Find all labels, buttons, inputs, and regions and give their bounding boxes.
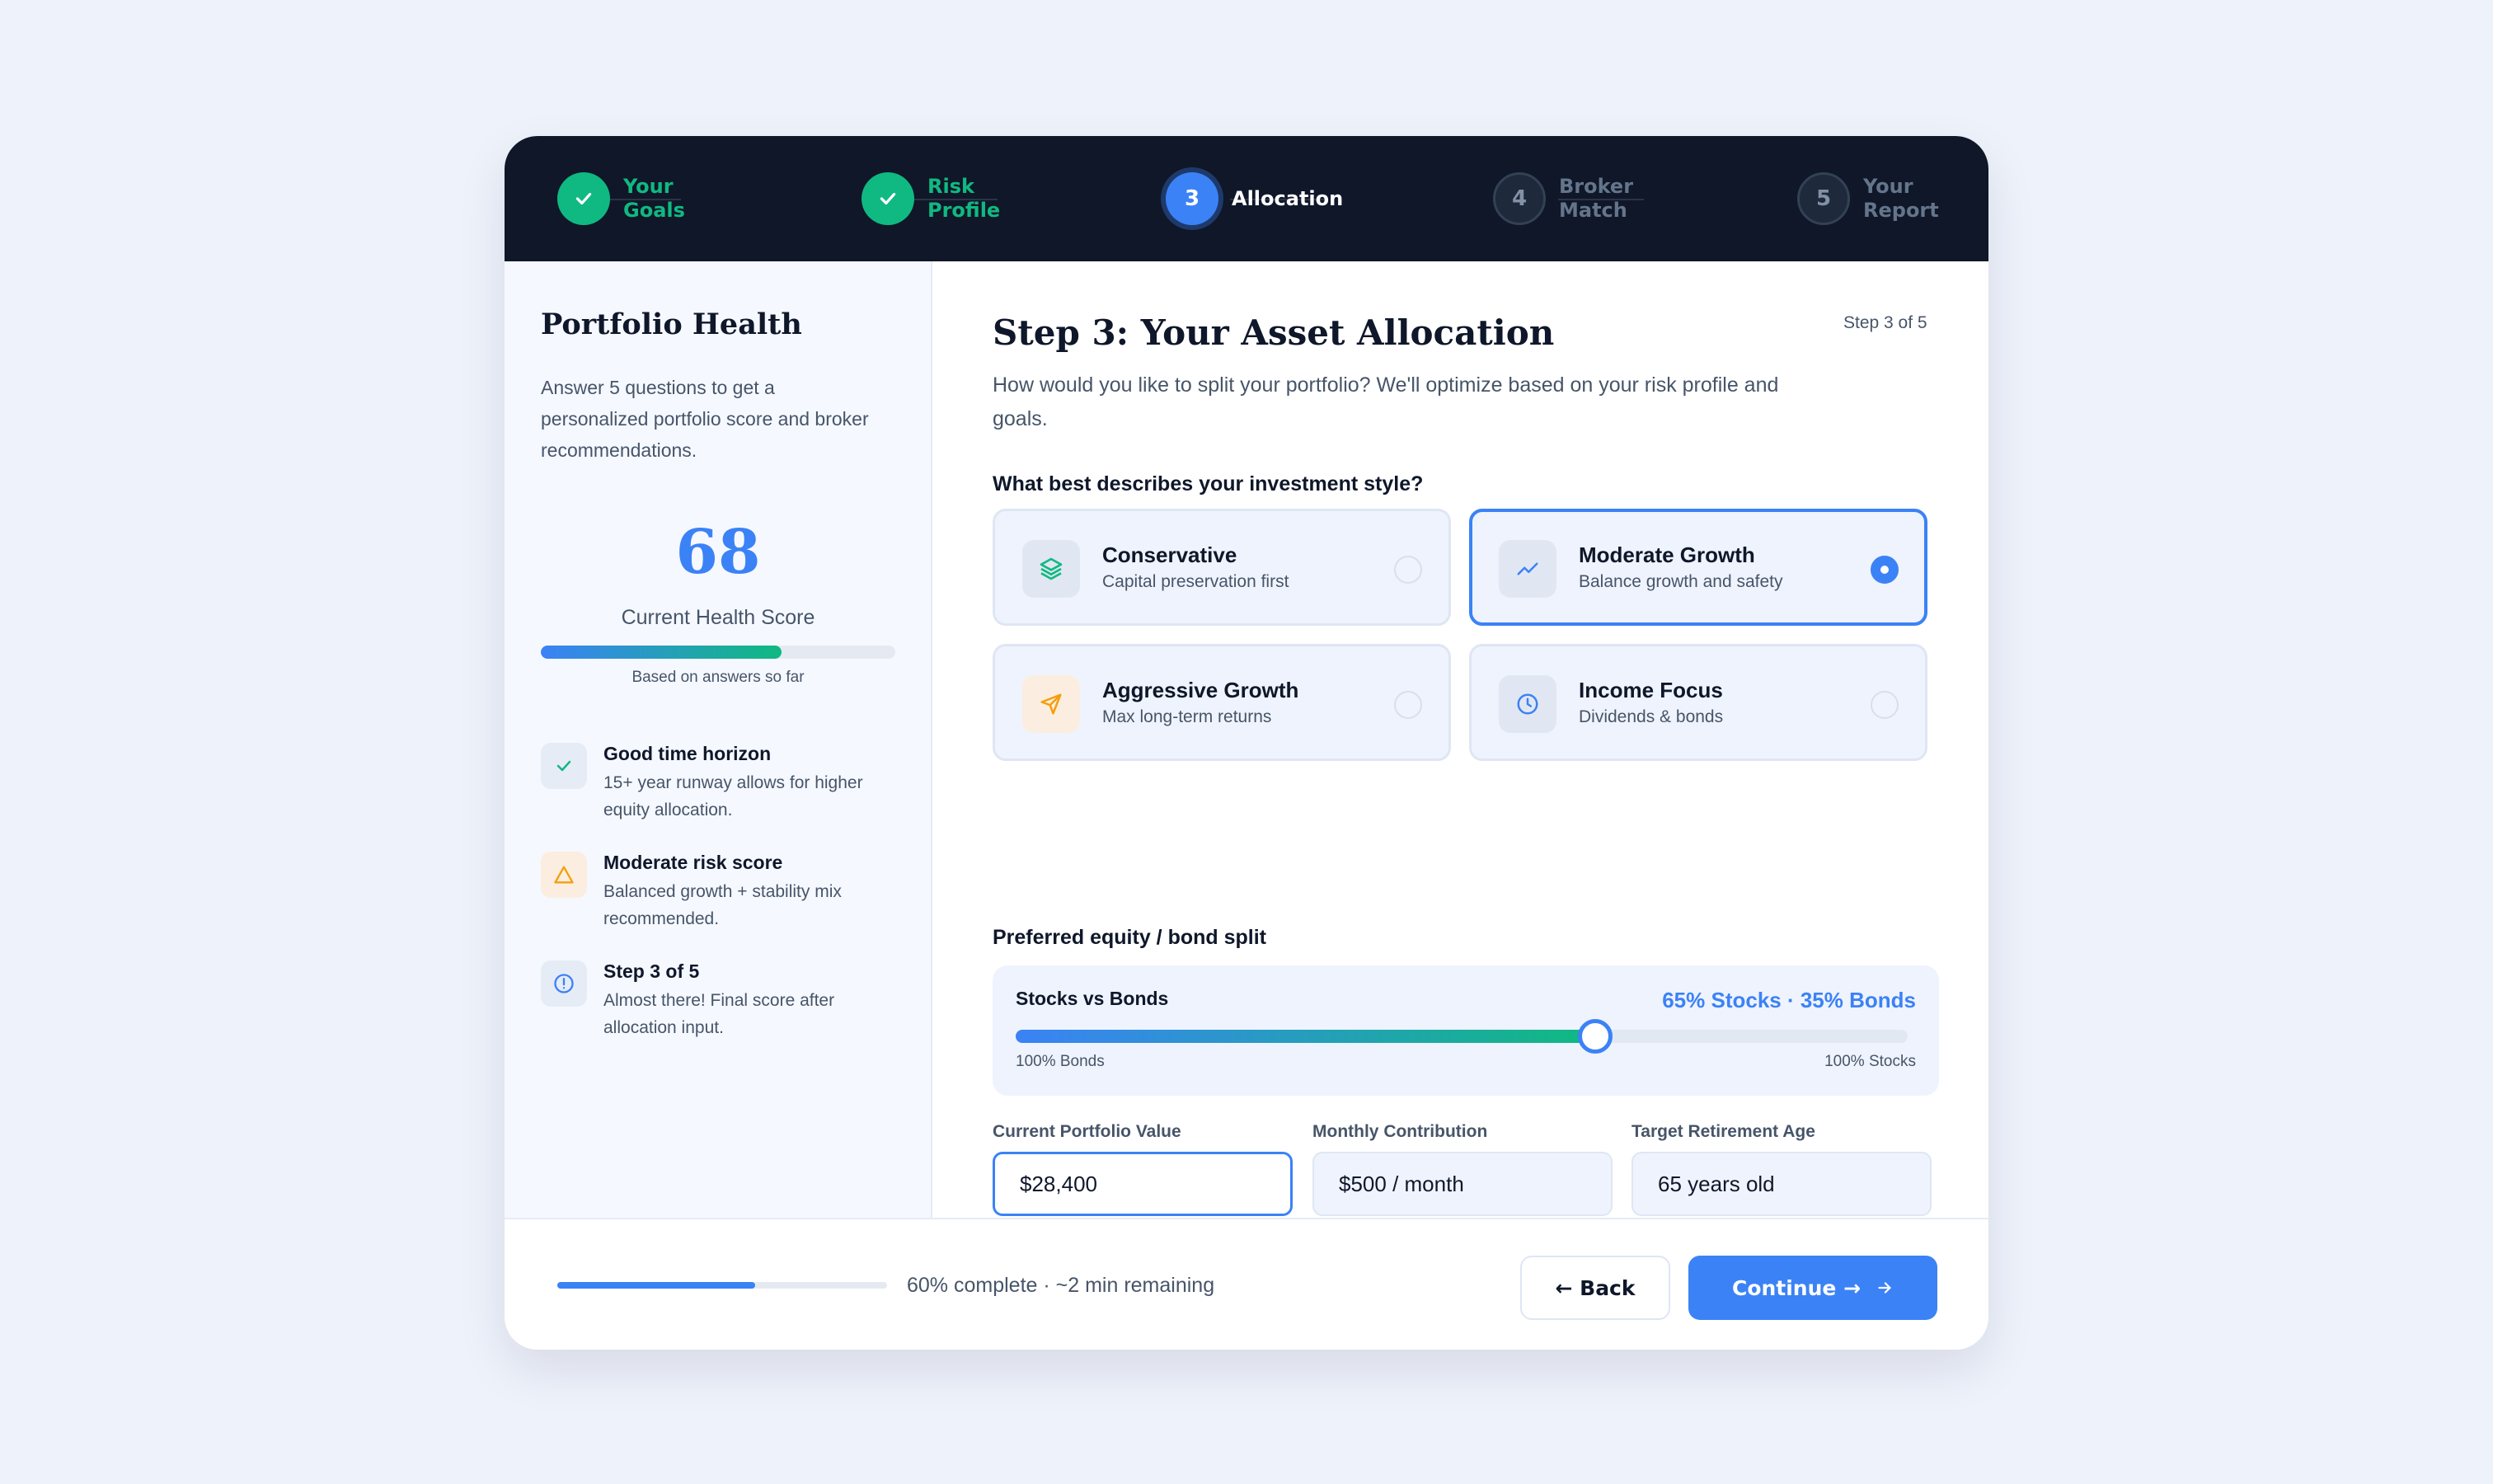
info-circle-icon	[541, 960, 587, 1007]
sidebar-title: Portfolio Health	[541, 308, 802, 341]
retirement-age-label: Target Retirement Age	[1631, 1122, 1815, 1141]
wizard-footer: 60% complete · ~2 min remaining ← Back C…	[505, 1218, 1988, 1350]
allocation-slider-thumb[interactable]	[1578, 1019, 1613, 1054]
step-your-goals[interactable]: Your Goals	[557, 171, 697, 227]
insight-title: Step 3 of 5	[603, 960, 700, 982]
page-title: Step 3: Your Asset Allocation	[993, 312, 1555, 353]
option-radio[interactable]	[1871, 691, 1899, 719]
check-icon	[557, 172, 610, 225]
option-aggressive-growth[interactable]: Aggressive Growth Max long-term returns	[993, 644, 1451, 761]
step-allocation[interactable]: 3 Allocation	[1166, 171, 1344, 227]
step-label: Allocation	[1232, 186, 1344, 210]
insight-description: Almost there! Final score after allocati…	[603, 991, 835, 1037]
option-radio[interactable]	[1394, 556, 1422, 584]
slider-max-label: 100% Stocks	[1824, 1053, 1916, 1070]
overall-progress-text: 60% complete · ~2 min remaining	[907, 1274, 1215, 1297]
insight-time-horizon: Good time horizon 15+ year runway allows…	[541, 743, 895, 834]
split-section-label: Preferred equity / bond split	[993, 926, 1266, 949]
option-title: Moderate Growth	[1579, 542, 1755, 567]
continue-button-label: Continue →	[1731, 1275, 1862, 1300]
step-number: 5	[1797, 172, 1850, 225]
arrow-right-icon	[1876, 1279, 1894, 1297]
insight-description: Balanced growth + stability mix recommen…	[603, 882, 842, 928]
step-number: 4	[1493, 172, 1546, 225]
clock-icon	[1499, 675, 1556, 733]
progress-stepper: Your Goals Risk Profile 3 Allocation 4 B…	[505, 136, 1988, 261]
page-description: How would you like to split your portfol…	[993, 373, 1779, 430]
step-risk-profile[interactable]: Risk Profile	[862, 171, 1002, 227]
option-conservative[interactable]: Conservative Capital preservation first	[993, 509, 1451, 626]
back-button[interactable]: ← Back	[1520, 1256, 1670, 1320]
monthly-contribution-input[interactable]	[1312, 1152, 1613, 1216]
portfolio-value-input[interactable]	[993, 1152, 1293, 1216]
step-your-report[interactable]: 5 Your Report	[1797, 171, 1939, 227]
health-score-fill	[541, 646, 782, 659]
insight-risk-score: Moderate risk score Balanced growth + st…	[541, 852, 895, 942]
step-label: Broker Match	[1559, 175, 1634, 222]
portfolio-value-label: Current Portfolio Value	[993, 1122, 1181, 1141]
overall-progress-bar	[557, 1282, 887, 1289]
overall-progress-fill	[557, 1282, 755, 1289]
warning-triangle-icon	[541, 852, 587, 898]
option-moderate-growth[interactable]: Moderate Growth Balance growth and safet…	[1469, 509, 1927, 626]
check-icon	[541, 743, 587, 789]
insight-description: 15+ year runway allows for higher equity…	[603, 773, 863, 819]
insight-step-progress: Step 3 of 5 Almost there! Final score af…	[541, 960, 895, 1051]
monthly-contribution-label: Monthly Contribution	[1312, 1122, 1488, 1141]
sidebar-description: Answer 5 questions to get a personalized…	[541, 377, 869, 461]
check-icon	[862, 172, 914, 225]
option-subtitle: Max long-term returns	[1102, 707, 1272, 726]
send-icon	[1022, 675, 1080, 733]
health-score-note: Based on answers so far	[631, 669, 805, 686]
slider-min-label: 100% Bonds	[1016, 1053, 1105, 1070]
option-title: Aggressive Growth	[1102, 678, 1299, 702]
back-button-label: ← Back	[1555, 1275, 1636, 1300]
retirement-age-input[interactable]	[1631, 1152, 1932, 1216]
continue-button[interactable]: Continue →	[1688, 1256, 1937, 1320]
option-subtitle: Capital preservation first	[1102, 572, 1289, 591]
allocation-slider-track[interactable]	[1016, 1019, 1908, 1054]
allocation-split-panel: Stocks vs Bonds 65% Stocks · 35% Bonds 1…	[993, 965, 1939, 1096]
insight-title: Good time horizon	[603, 743, 772, 764]
option-radio[interactable]	[1394, 691, 1422, 719]
health-score-value: 68	[675, 517, 761, 588]
step-number: 3	[1166, 172, 1218, 225]
insight-title: Moderate risk score	[603, 852, 783, 873]
option-subtitle: Balance growth and safety	[1579, 572, 1783, 591]
step-label: Risk Profile	[927, 175, 1001, 222]
option-radio-selected[interactable]	[1871, 556, 1899, 584]
allocation-slider-fill	[1016, 1030, 1596, 1043]
wizard-card: Your Goals Risk Profile 3 Allocation 4 B…	[505, 136, 1988, 1350]
investment-style-question: What best describes your investment styl…	[993, 472, 1424, 495]
step-label: Your Report	[1863, 175, 1939, 222]
step-indicator: Step 3 of 5	[1843, 313, 1927, 332]
option-income-focus[interactable]: Income Focus Dividends & bonds	[1469, 644, 1927, 761]
option-subtitle: Dividends & bonds	[1579, 707, 1724, 726]
split-slider-label: Stocks vs Bonds	[1016, 988, 1169, 1009]
step-broker-match[interactable]: 4 Broker Match	[1493, 171, 1633, 227]
layers-icon	[1022, 540, 1080, 598]
health-score-label: Current Health Score	[621, 606, 815, 629]
option-title: Conservative	[1102, 542, 1237, 567]
option-title: Income Focus	[1579, 678, 1723, 702]
trend-line-icon	[1499, 540, 1556, 598]
health-score-bar	[541, 646, 895, 659]
split-value-readout: 65% Stocks · 35% Bonds	[1662, 988, 1916, 1012]
step-label: Your Goals	[623, 175, 685, 222]
